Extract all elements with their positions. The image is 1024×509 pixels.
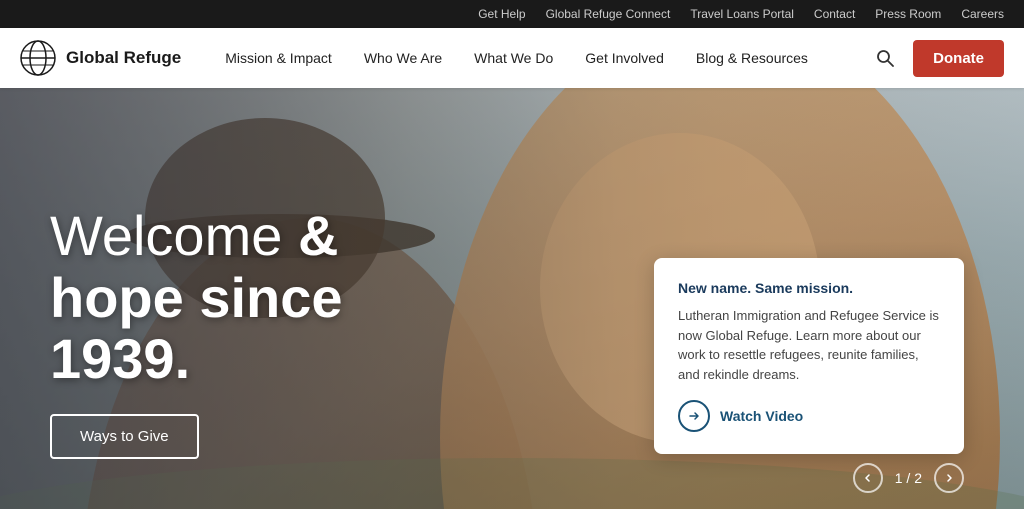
utility-link-press-room[interactable]: Press Room xyxy=(875,7,941,21)
slide-prev-button[interactable] xyxy=(853,463,883,493)
utility-link-careers[interactable]: Careers xyxy=(961,7,1004,21)
watch-video-circle-icon xyxy=(678,400,710,432)
hero-title: Welcome & hope since 1939. xyxy=(50,205,343,390)
nav-links: Mission & Impact Who We Are What We Do G… xyxy=(211,42,869,74)
nav-link-mission-impact[interactable]: Mission & Impact xyxy=(211,42,346,74)
nav-actions: Donate xyxy=(869,40,1004,77)
nav-link-who-we-are[interactable]: Who We Are xyxy=(350,42,456,74)
logo-text: Global Refuge xyxy=(66,48,181,68)
nav-link-what-we-do[interactable]: What We Do xyxy=(460,42,567,74)
utility-link-global-refuge-connect[interactable]: Global Refuge Connect xyxy=(546,7,671,21)
utility-link-get-help[interactable]: Get Help xyxy=(478,7,525,21)
hero-title-year: 1939. xyxy=(50,327,190,390)
hero-title-hope: hope since xyxy=(50,266,343,329)
slide-counter: 1 / 2 xyxy=(853,463,964,493)
search-icon xyxy=(875,48,895,68)
info-card: New name. Same mission. Lutheran Immigra… xyxy=(654,258,964,454)
utility-link-contact[interactable]: Contact xyxy=(814,7,855,21)
watch-video-label: Watch Video xyxy=(720,408,803,424)
donate-button[interactable]: Donate xyxy=(913,40,1004,77)
utility-link-travel-loans-portal[interactable]: Travel Loans Portal xyxy=(690,7,794,21)
slide-total-num: 2 xyxy=(914,470,922,486)
hero-text-block: Welcome & hope since 1939. Ways to Give xyxy=(50,205,343,459)
nav-link-blog-resources[interactable]: Blog & Resources xyxy=(682,42,822,74)
hero-title-ampersand: & xyxy=(298,204,338,267)
utility-bar: Get Help Global Refuge Connect Travel Lo… xyxy=(0,0,1024,28)
main-nav: Global Refuge Mission & Impact Who We Ar… xyxy=(0,28,1024,88)
info-card-text: Lutheran Immigration and Refugee Service… xyxy=(678,306,940,384)
chevron-left-icon xyxy=(863,473,873,483)
info-card-title: New name. Same mission. xyxy=(678,280,940,296)
hero-title-welcome: Welcome xyxy=(50,204,298,267)
slide-next-button[interactable] xyxy=(934,463,964,493)
chevron-right-icon xyxy=(944,473,954,483)
ways-to-give-button[interactable]: Ways to Give xyxy=(50,414,199,459)
logo-icon xyxy=(20,40,56,76)
slide-current: 1 / 2 xyxy=(895,470,922,486)
logo-link[interactable]: Global Refuge xyxy=(20,40,181,76)
nav-link-get-involved[interactable]: Get Involved xyxy=(571,42,678,74)
hero-section: Welcome & hope since 1939. Ways to Give … xyxy=(0,88,1024,509)
search-button[interactable] xyxy=(869,42,901,74)
arrow-right-icon xyxy=(688,410,700,422)
watch-video-button[interactable]: Watch Video xyxy=(678,400,803,432)
slide-current-num: 1 xyxy=(895,470,903,486)
slide-separator: / xyxy=(906,470,910,486)
